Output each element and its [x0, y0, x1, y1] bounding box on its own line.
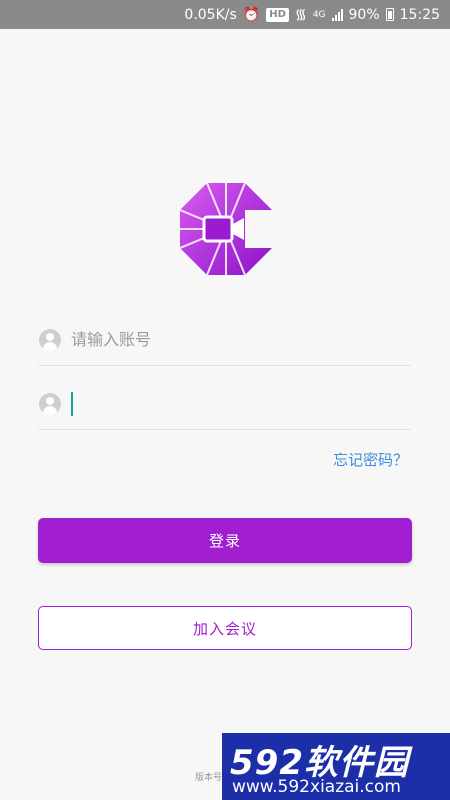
password-input[interactable]: [75, 394, 375, 413]
watermark-url: www.592xiazai.com: [232, 777, 401, 797]
account-input[interactable]: [71, 330, 391, 349]
status-bar: 0.05K/s ⏰ HD ᯾ 4G 90% 15:25: [0, 0, 450, 29]
battery-icon: [385, 8, 394, 21]
forgot-password-link[interactable]: 忘记密码？: [333, 449, 408, 470]
network-type: 4G: [312, 9, 326, 20]
user-icon: [39, 328, 61, 351]
hd-badge: HD: [266, 7, 289, 22]
password-field: [38, 378, 411, 430]
login-button[interactable]: 登录: [38, 518, 412, 563]
app-logo-icon: [180, 183, 272, 275]
account-field: [38, 314, 411, 366]
network-speed: 0.05K/s: [184, 6, 237, 23]
lock-user-icon: [39, 392, 61, 415]
alarm-icon: ⏰: [242, 6, 261, 23]
signal-icon: [331, 8, 343, 21]
clock: 15:25: [399, 6, 440, 23]
join-meeting-button[interactable]: 加入会议: [38, 606, 412, 650]
battery-percent: 90%: [348, 6, 380, 23]
version-label: 版本号: [195, 773, 223, 783]
text-cursor: [71, 391, 73, 416]
wifi-icon: ᯾: [294, 7, 307, 23]
watermark-banner: 592软件园 www.592xiazai.com: [222, 733, 450, 800]
